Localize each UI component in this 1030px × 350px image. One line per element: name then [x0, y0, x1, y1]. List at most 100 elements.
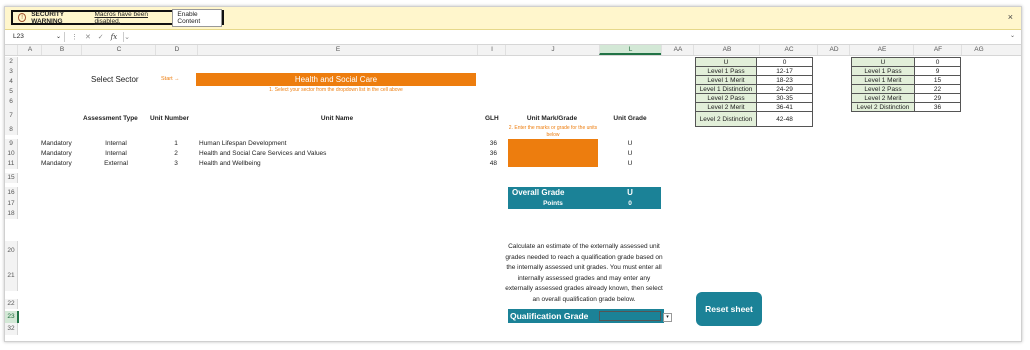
- expand-formula-bar-icon[interactable]: ⌄: [1010, 32, 1015, 39]
- table-row: Level 2 Merit 36-41: [695, 102, 813, 112]
- column-header[interactable]: I: [477, 45, 506, 55]
- unit-mark-header: Unit Mark/Grade: [526, 115, 578, 122]
- row-header[interactable]: 18: [5, 209, 18, 219]
- row-header[interactable]: 20: [5, 241, 18, 261]
- enter-icon[interactable]: ✓: [98, 34, 104, 41]
- grade-cell: U: [851, 57, 915, 67]
- row-header[interactable]: 2: [5, 57, 18, 67]
- row-header[interactable]: 17: [5, 199, 18, 209]
- security-warning-title: SECURITY WARNING: [31, 10, 64, 25]
- formula-input[interactable]: [123, 32, 1004, 42]
- table-row: Level 2 Merit 29: [851, 93, 961, 103]
- row-header[interactable]: 9: [5, 139, 18, 149]
- row-header[interactable]: 22: [5, 299, 18, 309]
- row-header[interactable]: 11: [5, 159, 18, 169]
- chevron-down-icon[interactable]: ⌄: [56, 32, 61, 42]
- unit-type: Mandatory: [41, 140, 72, 147]
- column-header[interactable]: AB: [693, 45, 760, 55]
- points-cell: 15: [914, 75, 961, 85]
- glh-header: GLH: [485, 115, 499, 122]
- column-header[interactable]: C: [81, 45, 156, 55]
- row-header[interactable]: 3: [5, 67, 18, 77]
- column-header[interactable]: A: [17, 45, 42, 55]
- more-icon: ⋮: [71, 34, 78, 41]
- row-header[interactable]: 8: [5, 125, 18, 135]
- grade-cell: Level 2 Pass: [695, 93, 757, 103]
- unit-assessment: External: [104, 160, 128, 167]
- table-row: Level 1 Merit 15: [851, 75, 961, 85]
- close-icon[interactable]: ×: [1008, 12, 1013, 22]
- table-row: Level 1 Merit 18-23: [695, 75, 813, 85]
- column-header[interactable]: AA: [661, 45, 694, 55]
- dropdown-arrow-icon[interactable]: ▾: [663, 313, 672, 322]
- enable-content-button[interactable]: Enable Content: [172, 8, 222, 27]
- column-header[interactable]: AF: [913, 45, 962, 55]
- grade-cell: Level 2 Pass: [851, 84, 915, 94]
- points-cell: 9: [914, 66, 961, 76]
- table-row: U0: [851, 57, 961, 67]
- row-header[interactable]: 4: [5, 77, 18, 87]
- grade-cell: Level 1 Merit: [851, 75, 915, 85]
- row-header[interactable]: 21: [5, 261, 18, 291]
- column-header[interactable]: J: [505, 45, 600, 55]
- unit-assessment: Internal: [105, 140, 127, 147]
- unit-number: 3: [174, 160, 178, 167]
- column-header[interactable]: D: [155, 45, 198, 55]
- column-headers: A B C D E I J L AA AB AC AD AE AF AG: [5, 45, 1021, 56]
- points-cell: 22: [914, 84, 961, 94]
- row-header[interactable]: 16: [5, 187, 18, 199]
- insert-function-icon[interactable]: fx: [111, 33, 118, 41]
- macros-disabled-link[interactable]: Macros have been disabled.: [95, 11, 167, 25]
- row-header[interactable]: 6: [5, 97, 18, 107]
- row-header[interactable]: 23: [5, 311, 19, 323]
- unit-grade: U: [627, 160, 633, 167]
- points-cell: 0: [756, 57, 813, 67]
- formula-bar: L23 ⌄ ⋮ ✕ ✓ fx ⌄ ⌄: [5, 30, 1021, 45]
- assessment-type-header: Assessment Type: [83, 115, 138, 122]
- table-row: Level 1 Pass 9: [851, 66, 961, 76]
- unit-mark-input-range[interactable]: [508, 139, 598, 167]
- cancel-icon[interactable]: ✕: [85, 34, 91, 41]
- shield-warning-icon: !: [18, 13, 27, 22]
- overall-grade-value: U: [627, 188, 633, 197]
- marks-hint: 2. Enter the marks or grade for the unit…: [508, 125, 598, 138]
- column-header[interactable]: AE: [849, 45, 914, 55]
- unit-number: 1: [174, 140, 178, 147]
- column-header[interactable]: AC: [759, 45, 818, 55]
- sector-dropdown[interactable]: Health and Social Care: [196, 73, 476, 86]
- points-cell: 18-23: [756, 75, 813, 85]
- row-header[interactable]: 15: [5, 173, 18, 183]
- row-header[interactable]: 7: [5, 107, 18, 125]
- points-lookup-table-2: U0 Level 1 Pass 9 Level 1 Merit 15 Level 2…: [851, 57, 961, 112]
- table-row: Level 1 Distinction 24-29: [695, 84, 813, 94]
- start-link[interactable]: Start →: [161, 76, 180, 82]
- name-box[interactable]: L23 ⌄: [11, 32, 65, 42]
- points-cell: 29: [914, 93, 961, 103]
- unit-number: 2: [174, 150, 178, 157]
- points-cell: 24-29: [756, 84, 813, 94]
- row-header[interactable]: 5: [5, 87, 18, 97]
- column-header[interactable]: B: [41, 45, 82, 55]
- column-header[interactable]: AG: [961, 45, 996, 55]
- row-header[interactable]: 32: [5, 323, 18, 335]
- name-box-value: L23: [13, 33, 24, 40]
- reset-sheet-button[interactable]: Reset sheet: [696, 292, 762, 326]
- table-row: Level 2 Distinction 42-48: [695, 111, 813, 127]
- overall-grade-label: Overall Grade: [512, 188, 565, 197]
- row-header[interactable]: 10: [5, 149, 18, 159]
- unit-grade: U: [627, 150, 633, 157]
- column-header[interactable]: E: [197, 45, 478, 55]
- qualification-grade-input[interactable]: [599, 311, 661, 321]
- column-header[interactable]: AD: [817, 45, 850, 55]
- worksheet-grid[interactable]: A B C D E I J L AA AB AC AD AE AF AG 2 3…: [5, 45, 1021, 341]
- calculator-instructions: Calculate an estimate of the externally …: [505, 243, 663, 303]
- points-cell: 30-35: [756, 93, 813, 103]
- overall-grade-panel: Overall Grade U Points 0: [508, 187, 661, 209]
- unit-type: Mandatory: [41, 160, 72, 167]
- column-header[interactable]: L: [599, 45, 661, 55]
- table-row: U0: [695, 57, 813, 67]
- points-cell: 36-41: [756, 102, 813, 112]
- points-value: 0: [628, 200, 632, 207]
- sector-hint: 1. Select your sector from the dropdown …: [269, 87, 403, 93]
- table-row: Level 2 Distinction 36: [851, 102, 961, 112]
